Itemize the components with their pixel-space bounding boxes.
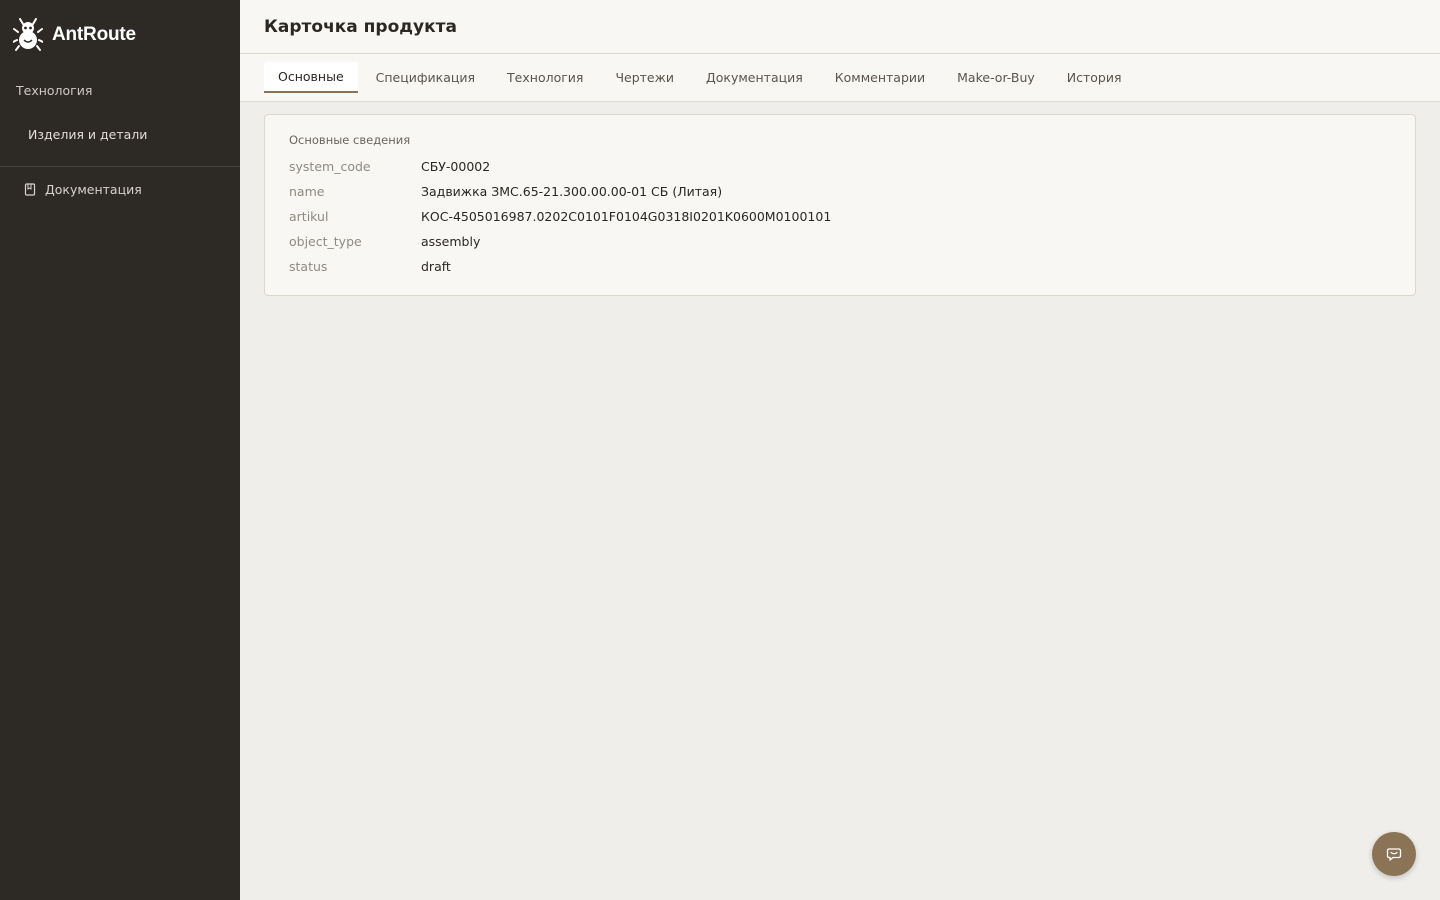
chat-button[interactable] — [1372, 832, 1416, 876]
field-value: Задвижка ЗМС.65-21.300.00.00-01 СБ (Лита… — [421, 184, 723, 199]
field-value: СБУ-00002 — [421, 159, 491, 174]
tab-bar: Основные Спецификация Технология Чертежи… — [240, 54, 1440, 102]
tab-make-or-buy[interactable]: Make-or-Buy — [943, 62, 1049, 93]
tab-main[interactable]: Основные — [264, 62, 358, 93]
field-value: КОС-4505016987.0202C0101F0104G0318I0201K… — [421, 209, 832, 224]
tab-drawings[interactable]: Чертежи — [601, 62, 688, 93]
card-title: Основные сведения — [289, 133, 411, 147]
field-row-artikul: artikul КОС-4505016987.0202C0101F0104G03… — [289, 204, 1391, 229]
basic-info-card: Основные сведения system_code СБУ-00002 … — [264, 114, 1416, 296]
chat-icon — [1386, 848, 1402, 861]
book-icon — [24, 182, 36, 196]
main-content: Карточка продукта Основные Спецификация … — [240, 0, 1440, 900]
field-key: name — [289, 184, 325, 199]
field-row-name: name Задвижка ЗМС.65-21.300.00.00-01 СБ … — [289, 179, 1391, 204]
tab-technology[interactable]: Технология — [493, 62, 597, 93]
page-title: Карточка продукта — [264, 16, 457, 37]
field-key: system_code — [289, 159, 371, 174]
sidebar-item-documentation[interactable]: Документация — [0, 167, 240, 211]
brand-name: AntRoute — [52, 24, 136, 45]
field-row-status: status draft — [289, 254, 1391, 279]
field-key: artikul — [289, 209, 329, 224]
field-row-system-code: system_code СБУ-00002 — [289, 154, 1391, 179]
field-value: assembly — [421, 234, 481, 249]
sidebar-item-label: Изделия и детали — [28, 126, 148, 142]
field-key: object_type — [289, 234, 362, 249]
sidebar-item-products[interactable]: Изделия и детали — [0, 110, 240, 158]
tab-specification[interactable]: Спецификация — [362, 62, 489, 93]
tab-comments[interactable]: Комментарии — [821, 62, 939, 93]
field-value: draft — [421, 259, 451, 274]
tab-history[interactable]: История — [1053, 62, 1136, 93]
page-header: Карточка продукта — [240, 0, 1440, 54]
field-row-object-type: object_type assembly — [289, 229, 1391, 254]
ant-logo-icon — [13, 18, 43, 51]
sidebar-item-label: Документация — [45, 181, 142, 197]
brand[interactable]: AntRoute — [0, 0, 240, 70]
sidebar: AntRoute Технология Изделия и детали Док… — [0, 0, 240, 900]
tab-documentation[interactable]: Документация — [692, 62, 817, 93]
sidebar-section-technology: Технология — [16, 82, 93, 98]
field-key: status — [289, 259, 328, 274]
